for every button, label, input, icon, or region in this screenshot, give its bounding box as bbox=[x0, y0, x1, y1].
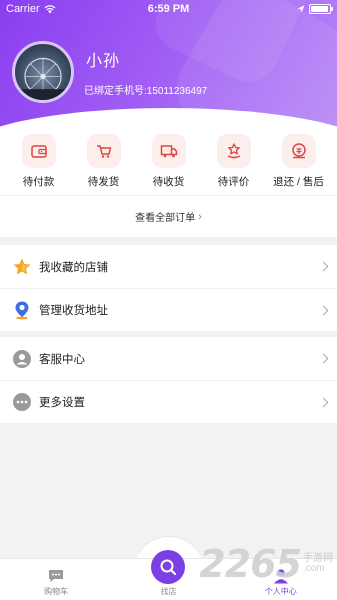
order-refund-aftersale[interactable]: 退还 / 售后 bbox=[269, 132, 329, 195]
tab-cart[interactable]: 购物车 bbox=[0, 559, 112, 600]
star-icon bbox=[12, 257, 32, 277]
order-pending-review[interactable]: 待评价 bbox=[204, 132, 264, 195]
order-status-row: 待付款 待发货 待收货 待评价 退还 / 售后 bbox=[0, 132, 337, 195]
order-label: 退还 / 售后 bbox=[273, 176, 324, 188]
person-icon bbox=[12, 349, 32, 369]
order-label: 待评价 bbox=[217, 176, 250, 188]
find-shop-center-button[interactable] bbox=[151, 550, 185, 584]
order-label: 待发货 bbox=[87, 176, 120, 188]
order-pending-shipment[interactable]: 待发货 bbox=[74, 132, 134, 195]
watermark-number: 2265 bbox=[199, 542, 302, 586]
tab-label: 个人中心 bbox=[264, 587, 297, 596]
menu-label: 客服中心 bbox=[39, 353, 85, 366]
chevron-right-icon bbox=[318, 305, 329, 315]
menu-label: 我收藏的店铺 bbox=[39, 261, 108, 274]
view-all-orders-link[interactable]: 查看全部订单 › bbox=[0, 195, 337, 237]
status-bar: Carrier 6:59 PM bbox=[0, 0, 337, 18]
refund-icon bbox=[281, 134, 316, 168]
watermark-line2: .com bbox=[303, 563, 325, 574]
site-watermark: 2265 手游网 .com bbox=[199, 542, 333, 586]
bound-phone-text: 已绑定手机号:15011236497 bbox=[84, 86, 208, 97]
order-label: 待付款 bbox=[22, 176, 55, 188]
location-arrow-icon bbox=[297, 5, 305, 13]
carrier-label: Carrier bbox=[6, 3, 40, 15]
chevron-right-icon bbox=[318, 353, 329, 364]
chevron-right-icon: › bbox=[198, 210, 202, 223]
location-icon bbox=[12, 300, 32, 320]
menu-group-shop: 我收藏的店铺 管理收货地址 bbox=[0, 245, 337, 331]
avatar[interactable] bbox=[12, 41, 74, 103]
user-name: 小孙 bbox=[86, 53, 121, 70]
menu-label: 更多设置 bbox=[39, 397, 85, 409]
shop-search-icon bbox=[160, 559, 177, 576]
menu-more-settings[interactable]: 更多设置 bbox=[0, 380, 337, 423]
cart-icon bbox=[86, 134, 121, 168]
menu-label: 管理收货地址 bbox=[39, 305, 108, 317]
order-pending-receipt[interactable]: 待收货 bbox=[139, 132, 199, 195]
more-icon bbox=[12, 392, 32, 412]
menu-customer-service[interactable]: 客服中心 bbox=[0, 337, 337, 380]
tab-label: 购物车 bbox=[44, 587, 69, 596]
star-hand-icon bbox=[216, 134, 251, 168]
order-label: 待收货 bbox=[152, 176, 185, 188]
chat-cart-icon bbox=[49, 570, 64, 582]
wifi-icon bbox=[44, 4, 56, 13]
battery-icon bbox=[309, 4, 333, 14]
order-pending-payment[interactable]: 待付款 bbox=[9, 132, 69, 195]
menu-group-support: 客服中心 更多设置 bbox=[0, 337, 337, 423]
chevron-right-icon bbox=[318, 261, 329, 272]
view-all-orders-label: 查看全部订单 bbox=[135, 213, 196, 224]
menu-manage-address[interactable]: 管理收货地址 bbox=[0, 288, 337, 331]
chevron-right-icon bbox=[318, 397, 329, 407]
wallet-icon bbox=[21, 134, 56, 168]
truck-icon bbox=[151, 134, 186, 168]
tab-label: 找店 bbox=[160, 587, 177, 596]
menu-favorite-shops[interactable]: 我收藏的店铺 bbox=[0, 245, 337, 288]
